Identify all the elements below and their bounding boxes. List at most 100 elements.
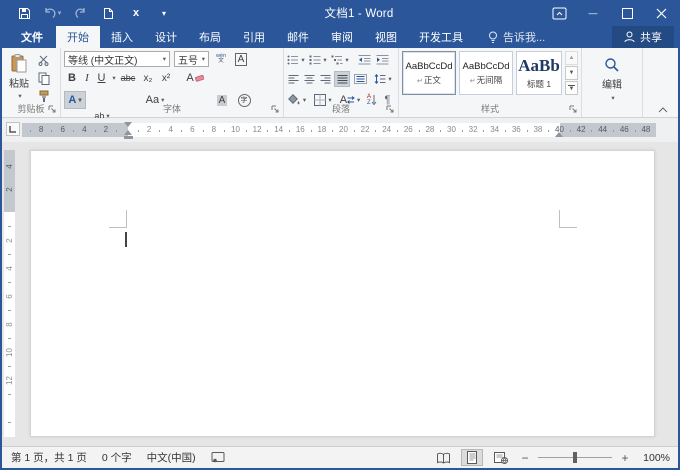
line-spacing-dropdown[interactable]: ▾ (388, 75, 391, 83)
align-right-button[interactable] (318, 71, 333, 87)
minimize-button[interactable]: — (576, 0, 610, 26)
qat-custom-button[interactable]: x (124, 3, 148, 23)
styles-more-button[interactable]: ▼ (565, 81, 578, 95)
right-indent-marker[interactable] (555, 132, 563, 137)
sort-button[interactable]: A Z (364, 91, 380, 109)
redo-button[interactable] (68, 3, 92, 23)
bullets-button[interactable]: ▾ (286, 52, 306, 68)
multilevel-dropdown[interactable]: ▾ (345, 56, 348, 64)
paste-button[interactable]: 粘贴 ▾ (6, 51, 32, 103)
phonetic-guide-button[interactable]: wén 文 (213, 51, 229, 67)
editing-menu-button[interactable]: 编辑 ▾ (597, 51, 627, 107)
styles-scroll-up-button[interactable]: ▲ (565, 51, 578, 65)
left-indent-marker[interactable] (124, 136, 133, 139)
format-painter-button[interactable] (36, 88, 52, 104)
tab-review[interactable]: 审阅 (320, 26, 364, 48)
new-document-button[interactable] (96, 3, 120, 23)
word-count[interactable]: 0 个字 (102, 450, 132, 465)
bold-button[interactable]: B (65, 70, 79, 86)
copy-button[interactable] (36, 70, 52, 86)
bullets-dropdown[interactable]: ▾ (301, 56, 304, 64)
tab-mailings[interactable]: 邮件 (276, 26, 320, 48)
style-card-normal[interactable]: AaBbCcDd ↵正文 (402, 51, 456, 95)
qat-customize-dropdown[interactable]: ▾ (152, 3, 176, 23)
zoom-level[interactable]: 100% (638, 452, 670, 464)
styles-dialog-launcher[interactable] (569, 105, 578, 114)
font-dialog-launcher[interactable] (271, 105, 280, 114)
increase-indent-button[interactable] (374, 52, 390, 68)
tab-insert[interactable]: 插入 (100, 26, 144, 48)
page-info[interactable]: 第 1 页，共 1 页 (11, 450, 87, 465)
text-effects-button[interactable]: A ▾ (64, 91, 86, 109)
underline-dropdown[interactable]: ▾ (110, 70, 118, 86)
web-layout-button[interactable] (490, 449, 512, 466)
strikethrough-button[interactable]: abc (118, 70, 138, 86)
tell-me-box[interactable]: 告诉我... (488, 26, 545, 48)
language-status[interactable]: 中文(中国) (147, 450, 196, 465)
zoom-slider[interactable] (538, 452, 612, 463)
save-button[interactable] (12, 3, 36, 23)
superscript-button[interactable]: x² (158, 70, 174, 86)
enclose-characters-button[interactable]: 字 (235, 91, 253, 109)
line-spacing-button[interactable]: ▾ (372, 71, 394, 87)
tab-layout[interactable]: 布局 (188, 26, 232, 48)
undo-button[interactable]: ▾ (40, 3, 64, 23)
tab-home[interactable]: 开始 (56, 26, 100, 48)
underline-button[interactable]: U (95, 70, 108, 86)
macro-record-button[interactable] (211, 452, 225, 463)
asian-layout-button[interactable]: A ▾ (338, 91, 362, 109)
collapse-ribbon-button[interactable] (658, 107, 668, 113)
borders-button[interactable]: ▾ (312, 91, 334, 109)
undo-dropdown[interactable]: ▾ (58, 10, 62, 17)
italic-button[interactable]: I (81, 70, 93, 86)
tab-design[interactable]: 设计 (144, 26, 188, 48)
tab-references[interactable]: 引用 (232, 26, 276, 48)
font-size-dropdown[interactable]: ▾ (202, 55, 205, 63)
character-shading-button[interactable]: A (213, 91, 231, 109)
text-effects-dropdown[interactable]: ▾ (78, 96, 81, 104)
decrease-indent-button[interactable] (356, 52, 372, 68)
shading-dropdown[interactable]: ▾ (303, 96, 306, 104)
align-left-button[interactable] (286, 71, 301, 87)
first-line-indent-marker[interactable] (124, 122, 132, 127)
justify-button[interactable] (334, 71, 350, 87)
print-layout-button[interactable] (461, 449, 483, 466)
ribbon-display-options-button[interactable] (542, 0, 576, 26)
zoom-out-button[interactable]: − (519, 451, 531, 465)
read-mode-button[interactable] (432, 449, 454, 466)
document-page[interactable] (30, 150, 655, 437)
style-card-no-spacing[interactable]: AaBbCcDd ↵无间隔 (459, 51, 513, 95)
multilevel-list-button[interactable]: ▾ (330, 52, 350, 68)
change-case-button[interactable]: Aa ▾ (142, 91, 168, 109)
editing-dropdown[interactable]: ▾ (611, 94, 614, 102)
character-border-button[interactable]: A (233, 51, 249, 67)
clear-formatting-button[interactable]: A (185, 70, 205, 86)
numbering-dropdown[interactable]: ▾ (323, 56, 326, 64)
zoom-in-button[interactable]: + (619, 451, 631, 465)
asian-layout-dropdown[interactable]: ▾ (357, 96, 360, 104)
font-size-combo[interactable]: 五号 ▾ (174, 51, 209, 67)
paragraph-dialog-launcher[interactable] (386, 105, 395, 114)
cut-button[interactable] (36, 52, 52, 68)
share-button[interactable]: 共享 (612, 26, 674, 48)
font-name-combo[interactable]: 等线 (中文正文) ▾ (64, 51, 170, 67)
paste-dropdown[interactable]: ▾ (18, 92, 21, 100)
close-button[interactable] (644, 0, 678, 26)
borders-dropdown[interactable]: ▾ (328, 96, 331, 104)
tab-stop-selector[interactable] (6, 122, 20, 136)
tab-developer[interactable]: 开发工具 (408, 26, 474, 48)
tab-file[interactable]: 文件 (8, 26, 56, 48)
align-center-button[interactable] (302, 71, 317, 87)
font-name-dropdown[interactable]: ▾ (163, 55, 166, 63)
distribute-button[interactable] (352, 71, 369, 87)
shading-button[interactable]: ▾ (286, 91, 308, 109)
maximize-button[interactable] (610, 0, 644, 26)
change-case-dropdown[interactable]: ▾ (161, 96, 164, 104)
subscript-button[interactable]: x₂ (140, 70, 156, 86)
hanging-indent-marker[interactable] (124, 130, 132, 135)
clipboard-dialog-launcher[interactable] (48, 105, 57, 114)
numbering-button[interactable]: ▾ (308, 52, 328, 68)
tab-view[interactable]: 视图 (364, 26, 408, 48)
styles-scroll-down-button[interactable]: ▼ (565, 66, 578, 80)
zoom-slider-thumb[interactable] (573, 452, 577, 463)
